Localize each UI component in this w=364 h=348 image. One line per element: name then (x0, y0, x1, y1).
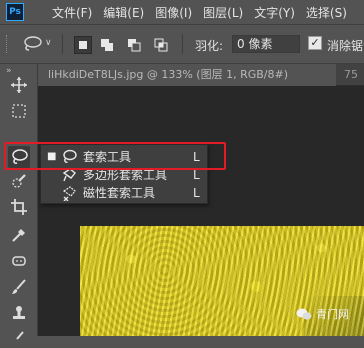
rectangular-marquee-icon (12, 104, 26, 118)
add-to-selection-button[interactable] (98, 36, 116, 54)
options-grip[interactable] (6, 35, 10, 53)
options-bar: ∨ 羽化: 0 像素 ✓ 消除锯齿 (0, 24, 364, 64)
marquee-tool[interactable] (8, 100, 30, 122)
menu-select[interactable]: 选择(S) (306, 4, 347, 21)
photoshop-logo: Ps (6, 3, 24, 21)
feather-input[interactable]: 0 像素 (232, 35, 300, 53)
menu-file[interactable]: 文件(F) (52, 4, 92, 21)
lasso-preset-icon[interactable] (22, 36, 42, 52)
flyout-item-label: 磁性套索工具 (83, 186, 156, 200)
move-icon (11, 77, 27, 93)
intersect-selection-button[interactable] (152, 36, 170, 54)
menu-image[interactable]: 图像(I) (155, 4, 192, 21)
document-tab-title: liHkdiDeT8LJs.jpg @ 133% (图层 1, RGB/8#) (48, 68, 289, 81)
menu-layer[interactable]: 图层(L) (203, 4, 243, 21)
options-separator (62, 34, 63, 54)
watermark: 青门网 (296, 306, 349, 322)
wechat-icon (296, 308, 312, 320)
intersect-selection-icon (154, 38, 168, 52)
feather-label: 羽化: (195, 39, 224, 53)
history-brush-tool[interactable] (8, 326, 30, 348)
watermark-text: 青门网 (316, 308, 349, 321)
flyout-item-magnetic-lasso[interactable]: 磁性套索工具 L (41, 184, 207, 202)
options-separator (182, 34, 183, 54)
menu-edit[interactable]: 编辑(E) (103, 4, 144, 21)
move-tool[interactable] (8, 74, 30, 96)
healing-brush-tool[interactable] (8, 250, 30, 272)
flyout-item-shortcut: L (193, 186, 200, 200)
new-selection-icon (79, 41, 87, 49)
clone-stamp-icon (13, 306, 25, 319)
highlight-annotation (4, 142, 226, 170)
crop-icon (11, 199, 27, 215)
subtract-selection-icon (128, 39, 141, 52)
chevron-down-icon[interactable]: ∨ (45, 38, 52, 48)
antialias-label: 消除锯齿 (327, 39, 364, 53)
canvas-area[interactable] (38, 86, 364, 336)
menu-type[interactable]: 文字(Y) (254, 4, 295, 21)
new-selection-button[interactable] (74, 36, 92, 54)
history-brush-icon (16, 331, 24, 340)
eyedropper-icon (12, 229, 25, 242)
clone-stamp-tool[interactable] (8, 302, 30, 324)
crop-tool[interactable] (8, 196, 30, 218)
brush-tool[interactable] (8, 276, 30, 298)
quick-selection-icon (12, 174, 26, 188)
brush-icon (12, 279, 26, 294)
magnetic-lasso-icon (62, 186, 76, 201)
menu-bar: Ps 文件(F) 编辑(E) 图像(I) 图层(L) 文字(Y) 选择(S) (0, 0, 364, 24)
quick-selection-tool[interactable] (8, 170, 30, 192)
healing-brush-icon (12, 256, 26, 266)
antialias-checkbox[interactable]: ✓ (308, 36, 322, 50)
document-tab[interactable]: liHkdiDeT8LJs.jpg @ 133% (图层 1, RGB/8#) (38, 64, 336, 86)
add-selection-icon (101, 39, 113, 51)
document-tabs: liHkdiDeT8LJs.jpg @ 133% (图层 1, RGB/8#) … (38, 64, 364, 86)
tools-panel: » (0, 64, 38, 340)
eyedropper-tool[interactable] (8, 224, 30, 246)
document-tab-next[interactable]: 75 (344, 64, 358, 85)
subtract-from-selection-button[interactable] (125, 36, 143, 54)
